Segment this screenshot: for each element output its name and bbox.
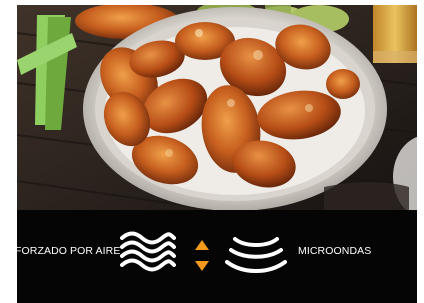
left-mode-label: FORZADO POR AIRE bbox=[15, 245, 121, 257]
right-mode-label: MICROONDAS bbox=[298, 245, 372, 257]
product-feature-card bbox=[17, 5, 417, 303]
chicken-wings-photo bbox=[17, 5, 417, 210]
up-down-arrows-icon bbox=[193, 238, 211, 274]
wavy-air-icon bbox=[120, 230, 176, 276]
microwave-waves-icon bbox=[225, 233, 287, 277]
